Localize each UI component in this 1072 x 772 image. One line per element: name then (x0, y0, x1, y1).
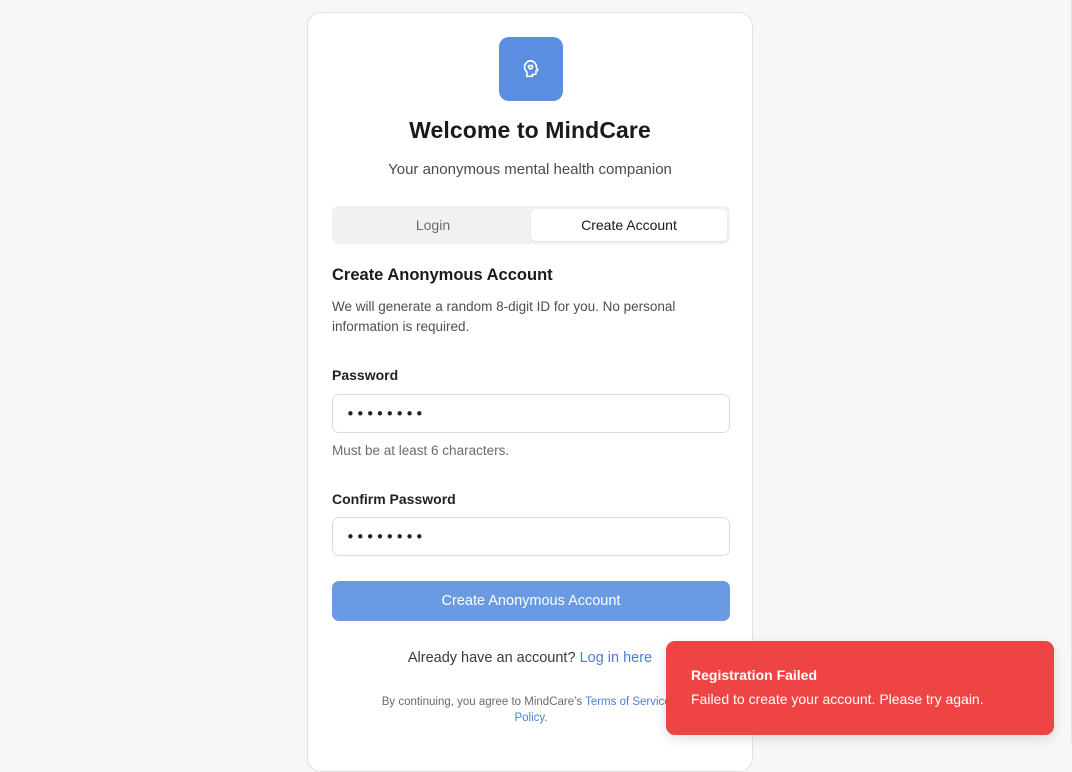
app-logo (499, 37, 563, 101)
privacy-policy-link[interactable]: Policy (514, 712, 544, 724)
password-input[interactable] (332, 394, 730, 433)
page-title: Welcome to MindCare (409, 117, 651, 143)
form-description: We will generate a random 8-digit ID for… (332, 299, 676, 334)
toast-title: Registration Failed (691, 667, 818, 683)
toast-message: Failed to create your account. Please tr… (691, 691, 984, 707)
confirm-password-input[interactable] (332, 517, 730, 556)
create-account-button[interactable]: Create Anonymous Account (332, 581, 730, 621)
switch-prompt: Already have an account? (407, 650, 576, 666)
password-hint: Must be at least 6 characters. (332, 443, 510, 458)
confirm-password-label: Confirm Password (332, 491, 456, 507)
form-heading: Create Anonymous Account (332, 266, 553, 284)
auth-tabs: Login Create Account (332, 206, 730, 244)
legal-suffix: . (544, 712, 548, 724)
tab-create-account[interactable]: Create Account (531, 209, 727, 241)
brain-head-icon (523, 59, 539, 78)
error-toast[interactable]: Registration Failed Failed to create you… (666, 641, 1054, 735)
legal-prefix: By continuing, you agree to MindCare's (381, 696, 586, 708)
tab-login[interactable]: Login (335, 209, 531, 241)
page-subtitle: Your anonymous mental health companion (388, 161, 672, 178)
password-label: Password (332, 367, 399, 383)
login-link[interactable]: Log in here (580, 650, 653, 666)
terms-link[interactable]: Terms of Service (585, 696, 671, 708)
